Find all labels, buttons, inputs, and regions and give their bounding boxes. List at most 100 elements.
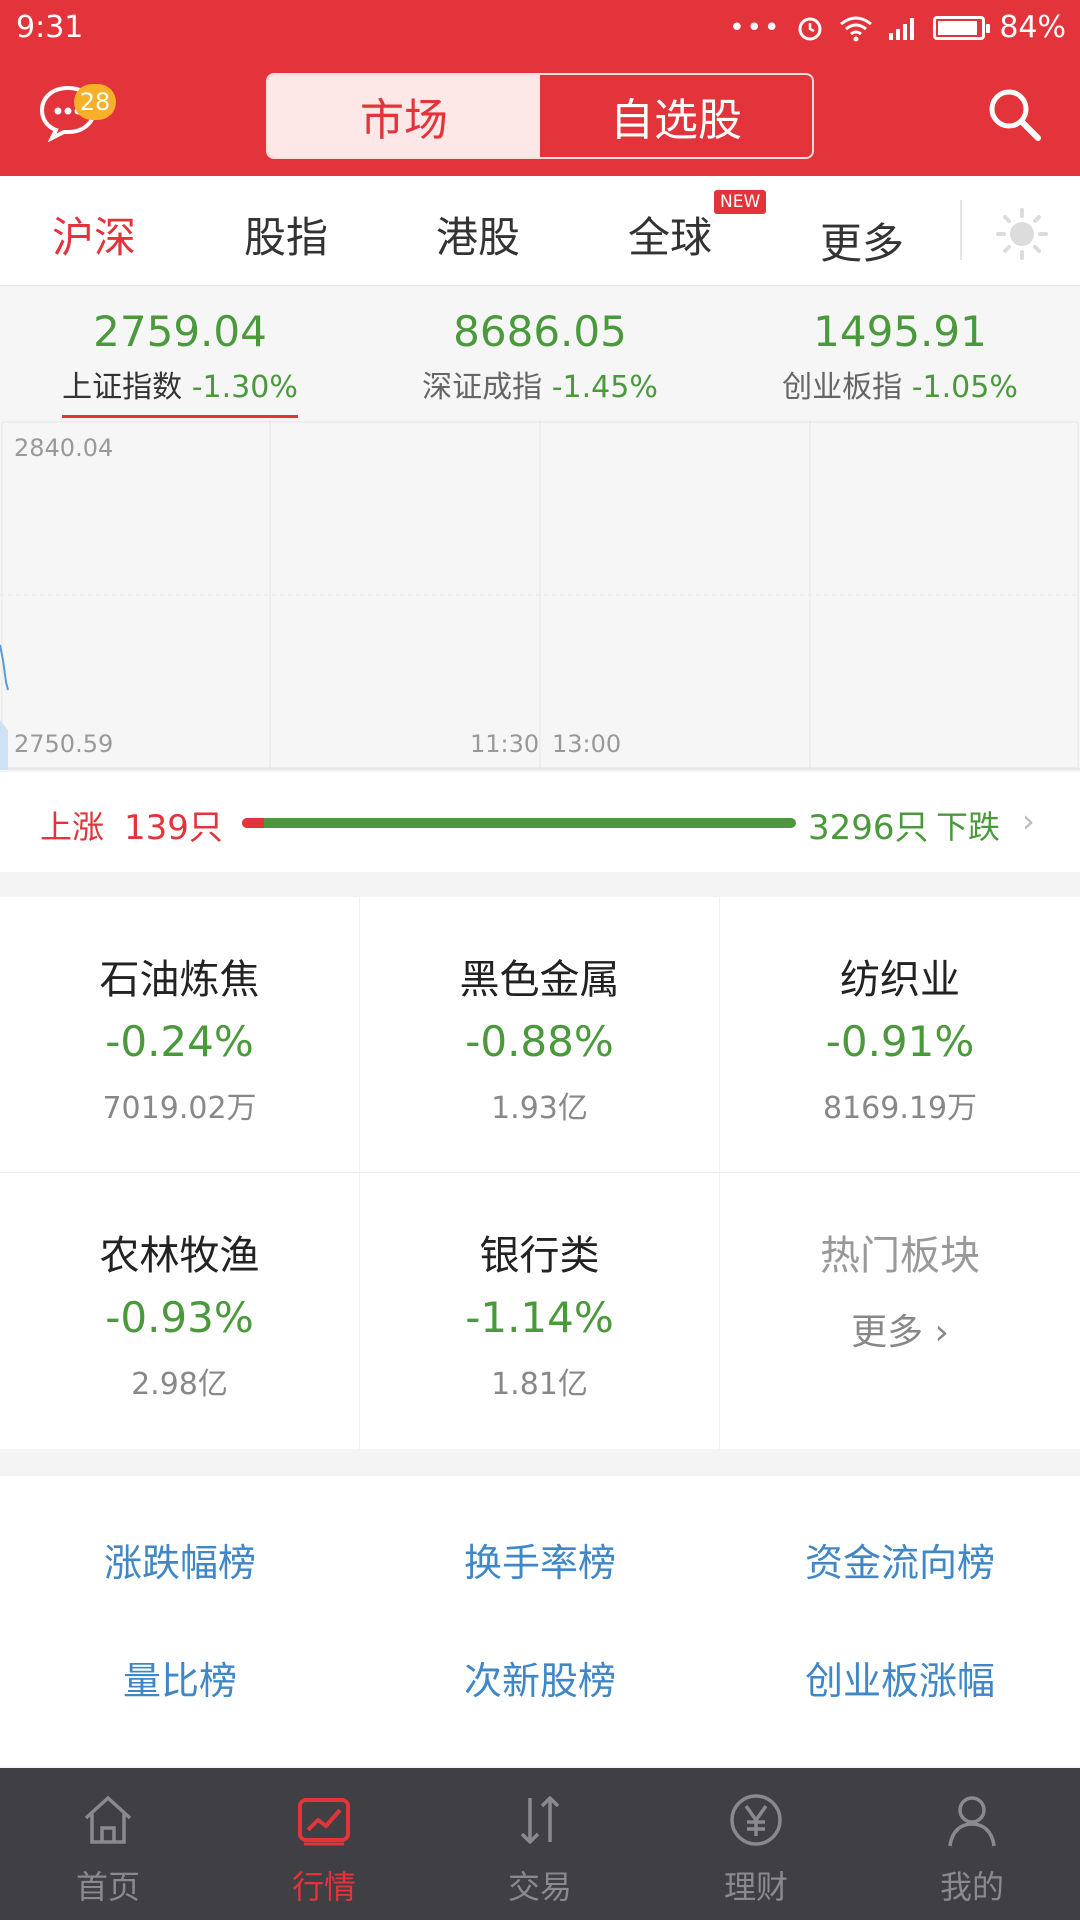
sector-card[interactable]: 石油炼焦 -0.24% 7019.02万 xyxy=(0,897,360,1173)
hot-sectors-title: 热门板块 xyxy=(820,1233,980,1279)
nav-home[interactable]: 首页 xyxy=(0,1768,216,1920)
sector-name: 纺织业 xyxy=(840,957,960,1003)
chart-grid xyxy=(0,420,1080,770)
sector-amount: 1.93亿 xyxy=(491,1091,588,1126)
hot-sectors-more-link[interactable]: 更多 › xyxy=(720,1303,1080,1355)
message-count-badge: 28 xyxy=(74,84,116,120)
sector-card[interactable]: 纺织业 -0.91% 8169.19万 xyxy=(720,897,1080,1173)
nav-market[interactable]: 行情 xyxy=(216,1768,432,1920)
active-index-indicator xyxy=(62,415,298,418)
bottom-nav: 首页 行情 交易 理财 我的 xyxy=(0,1768,1080,1920)
index-summary: 2759.04 上证指数 -1.30% 8686.05 深证成指 -1.45% … xyxy=(0,287,1080,419)
nav-label: 交易 xyxy=(507,1868,572,1906)
index-value: 2759.04 xyxy=(93,307,267,356)
nav-profile[interactable]: 我的 xyxy=(864,1768,1080,1920)
segment-watchlist[interactable]: 自选股 xyxy=(540,75,812,157)
market-watchlist-toggle: 市场 自选股 xyxy=(266,73,814,159)
search-icon[interactable] xyxy=(984,84,1044,144)
rank-link-change[interactable]: 涨跌幅榜 xyxy=(0,1532,360,1587)
index-shenzhen[interactable]: 8686.05 深证成指 -1.45% xyxy=(360,307,720,406)
index-name: 创业板指 xyxy=(782,370,903,405)
sun-icon[interactable] xyxy=(994,206,1050,262)
status-time: 9:31 xyxy=(16,10,84,45)
breadth-bar xyxy=(242,818,796,828)
tab-indices[interactable]: 股指 xyxy=(244,204,328,265)
hot-sectors-card[interactable]: 热门板块 更多 › xyxy=(720,1173,1080,1449)
rank-link-new-stocks[interactable]: 次新股榜 xyxy=(360,1650,720,1705)
sector-name: 黑色金属 xyxy=(459,957,620,1003)
nav-trade[interactable]: 交易 xyxy=(432,1768,648,1920)
up-count: 139只 xyxy=(124,808,223,848)
rank-link-chinext-gainers[interactable]: 创业板涨幅 xyxy=(720,1650,1080,1705)
intraday-chart[interactable]: 2840.04 2750.59 11:30 13:00 xyxy=(0,420,1080,770)
chart-y-min: 2750.59 xyxy=(14,730,114,758)
app-header: 9:31 ••• 84% 28 市场 自选股 xyxy=(0,0,1080,176)
index-change: -1.45% xyxy=(551,370,658,405)
status-icons: ••• 84% xyxy=(729,10,1066,45)
tab-global[interactable]: 全球 xyxy=(628,204,712,265)
battery-percent: 84% xyxy=(999,10,1066,45)
sector-name: 石油炼焦 xyxy=(99,957,260,1003)
sector-card[interactable]: 黑色金属 -0.88% 1.93亿 xyxy=(360,897,720,1173)
trade-arrows-icon xyxy=(520,1796,560,1844)
price-line xyxy=(0,644,9,691)
index-chinext[interactable]: 1495.91 创业板指 -1.05% xyxy=(720,307,1080,406)
sector-amount: 8169.19万 xyxy=(822,1091,978,1126)
sector-name: 银行类 xyxy=(479,1233,600,1279)
sector-change: -0.88% xyxy=(465,1017,614,1066)
nav-wealth[interactable]: 理财 xyxy=(648,1768,864,1920)
market-tabs: 沪深 股指 港股 全球 更多 xyxy=(0,176,1080,286)
sector-name: 农林牧渔 xyxy=(99,1233,260,1279)
rank-link-capital-flow[interactable]: 资金流向榜 xyxy=(720,1532,1080,1587)
nav-label: 我的 xyxy=(939,1868,1004,1906)
new-badge: NEW xyxy=(714,190,767,214)
sector-amount: 7019.02万 xyxy=(102,1091,257,1126)
yen-icon xyxy=(730,1794,782,1846)
sector-change: -0.24% xyxy=(105,1017,254,1066)
rank-link-volume-ratio[interactable]: 量比榜 xyxy=(0,1650,360,1705)
rankings-links: 涨跌幅榜 换手率榜 资金流向榜 量比榜 次新股榜 创业板涨幅 xyxy=(0,1476,1080,1766)
tab-hk-stocks[interactable]: 港股 xyxy=(436,204,520,265)
status-bar: 9:31 ••• 84% xyxy=(0,0,1080,56)
market-breadth[interactable]: 上涨 139只 3296只 下跌 › xyxy=(0,772,1080,872)
sector-card[interactable]: 银行类 -1.14% 1.81亿 xyxy=(360,1173,720,1449)
market-chart-icon xyxy=(298,1798,350,1846)
index-change: -1.30% xyxy=(191,370,298,405)
rank-link-turnover[interactable]: 换手率榜 xyxy=(360,1532,720,1587)
alarm-icon xyxy=(798,17,822,40)
nav-label: 首页 xyxy=(75,1868,140,1906)
down-label: 下跌 xyxy=(936,808,1001,846)
home-icon xyxy=(84,1796,132,1844)
index-change: -1.05% xyxy=(911,370,1018,405)
chart-time-label: 13:00 xyxy=(552,730,622,758)
tab-divider xyxy=(960,200,962,260)
sector-grid: 石油炼焦 -0.24% 7019.02万 黑色金属 -0.88% 1.93亿 纺… xyxy=(0,897,1080,1449)
sector-amount: 2.98亿 xyxy=(131,1367,228,1402)
sector-change: -1.14% xyxy=(465,1293,614,1342)
battery-icon xyxy=(933,15,991,40)
sector-card[interactable]: 农林牧渔 -0.93% 2.98亿 xyxy=(0,1173,360,1449)
chart-time-label: 11:30 xyxy=(470,730,540,758)
volume-area xyxy=(0,720,8,770)
chevron-right-icon: › xyxy=(1022,802,1035,840)
segment-market[interactable]: 市场 xyxy=(268,75,540,157)
signal-icon xyxy=(889,17,915,40)
tab-shanghai-shenzhen[interactable]: 沪深 xyxy=(52,204,136,265)
up-label: 上涨 xyxy=(40,808,105,846)
sector-change: -0.93% xyxy=(105,1293,254,1342)
tab-more[interactable]: 更多 xyxy=(820,210,904,271)
down-count: 3296只 xyxy=(808,808,929,848)
sector-change: -0.91% xyxy=(825,1017,975,1066)
sector-amount: 1.81亿 xyxy=(491,1367,588,1402)
index-name: 上证指数 xyxy=(62,370,183,405)
wifi-icon xyxy=(840,16,873,41)
index-shanghai[interactable]: 2759.04 上证指数 -1.30% xyxy=(0,307,360,406)
more-notifications-icon: ••• xyxy=(729,12,782,43)
index-value: 8686.05 xyxy=(453,307,627,356)
index-name: 深证成指 xyxy=(422,370,543,405)
index-value: 1495.91 xyxy=(813,307,987,356)
breadth-bar-up xyxy=(242,818,265,828)
nav-label: 理财 xyxy=(723,1868,788,1906)
chart-y-max: 2840.04 xyxy=(14,434,114,462)
nav-label: 行情 xyxy=(291,1868,356,1906)
